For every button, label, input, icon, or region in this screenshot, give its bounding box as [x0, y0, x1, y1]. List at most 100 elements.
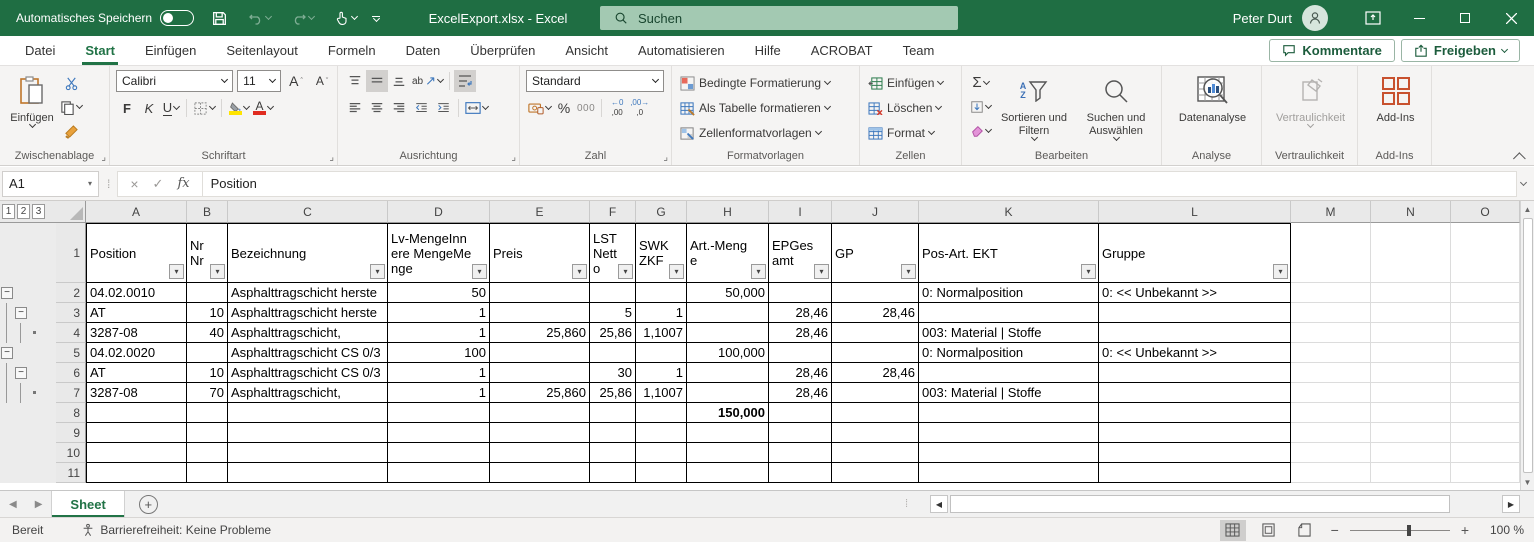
cell-I6[interactable]: 28,46	[769, 363, 832, 383]
row-header-1[interactable]: 1	[56, 223, 86, 283]
cell-M5[interactable]	[1291, 343, 1371, 363]
cell-I9[interactable]	[769, 423, 832, 443]
ribbon-tab-start[interactable]: Start	[70, 36, 130, 65]
cell-H3[interactable]	[687, 303, 769, 323]
cell-O9[interactable]	[1451, 423, 1520, 443]
cell-A3[interactable]: AT	[86, 303, 187, 323]
ribbon-tab-acrobat[interactable]: ACROBAT	[796, 36, 888, 65]
cell-K9[interactable]	[919, 423, 1099, 443]
cell-M6[interactable]	[1291, 363, 1371, 383]
align-middle-button[interactable]	[366, 70, 388, 92]
row-header-10[interactable]: 10	[56, 443, 86, 463]
orientation-button[interactable]: ab ↗	[410, 70, 445, 92]
cell-F8[interactable]	[590, 403, 636, 423]
cell-L8[interactable]	[1099, 403, 1291, 423]
cell-N5[interactable]	[1371, 343, 1451, 363]
cell-A5[interactable]: 04.02.0020	[86, 343, 187, 363]
align-left-button[interactable]	[344, 97, 366, 119]
borders-button[interactable]	[191, 97, 217, 119]
filter-button-K[interactable]: ▾	[1081, 264, 1096, 279]
cell-G6[interactable]: 1	[636, 363, 687, 383]
save-button[interactable]	[208, 5, 231, 31]
ribbon-tab-datei[interactable]: Datei	[10, 36, 70, 65]
cell-N2[interactable]	[1371, 283, 1451, 303]
cell-G4[interactable]: 1,1007	[636, 323, 687, 343]
column-header-G[interactable]: G	[636, 201, 687, 223]
cell-N11[interactable]	[1371, 463, 1451, 483]
row-header-4[interactable]: 4	[56, 323, 86, 343]
outline-level-button-3[interactable]: 3	[32, 204, 45, 219]
filter-button-H[interactable]: ▾	[751, 264, 766, 279]
increase-decimal-button[interactable]: ←0,00	[606, 97, 628, 119]
filter-button-J[interactable]: ▾	[901, 264, 916, 279]
cell-I3[interactable]: 28,46	[769, 303, 832, 323]
horizontal-scrollbar-thumb[interactable]	[950, 495, 1450, 513]
cell-L7[interactable]	[1099, 383, 1291, 403]
filter-button-A[interactable]: ▾	[169, 264, 184, 279]
number-dialog-launcher[interactable]: ⌟	[663, 153, 668, 163]
outline-level-button-2[interactable]: 2	[17, 204, 30, 219]
previous-sheet-icon[interactable]: ◀	[0, 499, 26, 510]
filter-button-E[interactable]: ▾	[572, 264, 587, 279]
cell-L11[interactable]	[1099, 463, 1291, 483]
cell-D4[interactable]: 1	[388, 323, 490, 343]
cell-O4[interactable]	[1451, 323, 1520, 343]
cell-M11[interactable]	[1291, 463, 1371, 483]
cell-L2[interactable]: 0: << Unbekannt >>	[1099, 283, 1291, 303]
comma-style-button[interactable]: 000	[575, 97, 597, 119]
cell-B1[interactable]: NrNr ▾	[187, 223, 228, 283]
cell-J2[interactable]	[832, 283, 919, 303]
cell-K2[interactable]: 0: Normalposition	[919, 283, 1099, 303]
cell-J5[interactable]	[832, 343, 919, 363]
cell-N1[interactable]	[1371, 223, 1451, 283]
cell-N3[interactable]	[1371, 303, 1451, 323]
insert-function-button[interactable]: fx	[177, 176, 189, 191]
cell-A9[interactable]	[86, 423, 187, 443]
column-header-H[interactable]: H	[687, 201, 769, 223]
scroll-up-icon[interactable]: ▲	[1521, 201, 1534, 217]
cell-H11[interactable]	[687, 463, 769, 483]
normal-view-button[interactable]	[1219, 519, 1246, 541]
cell-F5[interactable]	[590, 343, 636, 363]
cell-B9[interactable]	[187, 423, 228, 443]
filter-button-C[interactable]: ▾	[370, 264, 385, 279]
ribbon-tab-einfügen[interactable]: Einfügen	[130, 36, 211, 65]
outline-collapse-button[interactable]: −	[1, 287, 13, 299]
cell-O1[interactable]	[1451, 223, 1520, 283]
accessibility-status[interactable]: Barrierefreiheit: Keine Probleme	[81, 523, 271, 537]
delete-cells-button[interactable]: Löschen	[866, 97, 957, 119]
maximize-button[interactable]	[1442, 0, 1488, 36]
cell-K3[interactable]	[919, 303, 1099, 323]
ribbon-display-options-button[interactable]	[1350, 0, 1396, 36]
outline-collapse-button[interactable]: −	[15, 307, 27, 319]
minimize-button[interactable]	[1396, 0, 1442, 36]
column-header-N[interactable]: N	[1371, 201, 1451, 223]
zoom-out-button[interactable]: −	[1328, 522, 1342, 538]
cell-G7[interactable]: 1,1007	[636, 383, 687, 403]
cell-F1[interactable]: LSTNetto ▾	[590, 223, 636, 283]
font-dialog-launcher[interactable]: ⌟	[329, 153, 334, 163]
cell-C6[interactable]: Asphalttragschicht CS 0/3	[228, 363, 388, 383]
horizontal-scrollbar[interactable]: ◀ ▶	[930, 495, 1520, 513]
cell-M2[interactable]	[1291, 283, 1371, 303]
cell-I11[interactable]	[769, 463, 832, 483]
cancel-icon[interactable]: ×	[130, 176, 138, 192]
cell-A6[interactable]: AT	[86, 363, 187, 383]
cell-H4[interactable]	[687, 323, 769, 343]
cell-H9[interactable]	[687, 423, 769, 443]
cell-G11[interactable]	[636, 463, 687, 483]
cell-D9[interactable]	[388, 423, 490, 443]
align-top-button[interactable]	[344, 70, 366, 92]
filter-button-I[interactable]: ▾	[814, 264, 829, 279]
row-header-5[interactable]: 5	[56, 343, 86, 363]
column-header-F[interactable]: F	[590, 201, 636, 223]
cell-F10[interactable]	[590, 443, 636, 463]
sheet-tab[interactable]: Sheet	[51, 491, 125, 517]
clipboard-dialog-launcher[interactable]: ⌟	[101, 153, 106, 163]
cell-E11[interactable]	[490, 463, 590, 483]
cell-F6[interactable]: 30	[590, 363, 636, 383]
cell-M1[interactable]	[1291, 223, 1371, 283]
cell-H1[interactable]: Art.-Menge ▾	[687, 223, 769, 283]
ribbon-tab-daten[interactable]: Daten	[391, 36, 456, 65]
cell-K4[interactable]: 003: Material | Stoffe	[919, 323, 1099, 343]
